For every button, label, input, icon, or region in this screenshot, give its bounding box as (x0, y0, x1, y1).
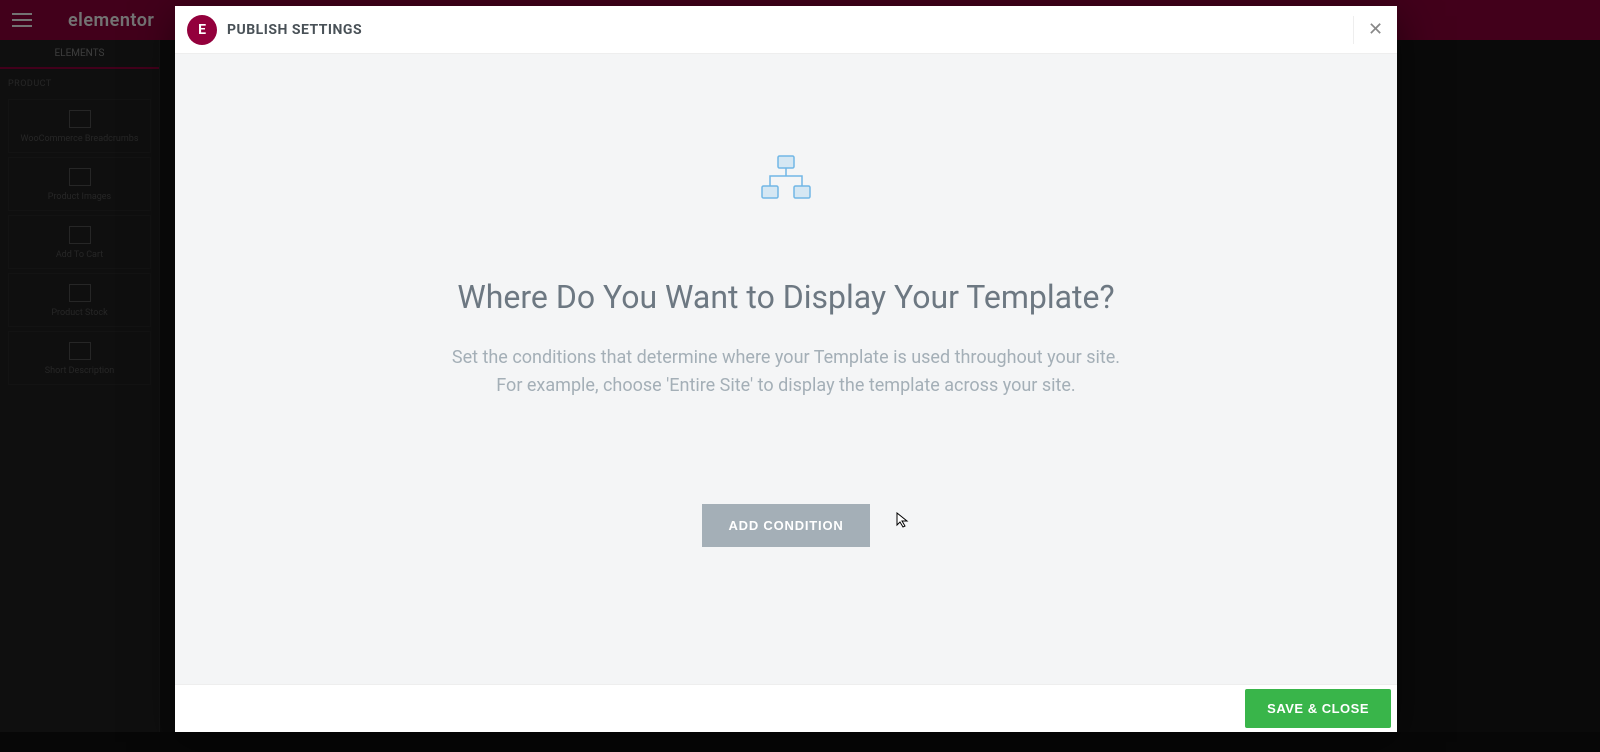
modal-description-line2: For example, choose 'Entire Site' to dis… (496, 375, 1075, 396)
modal-title: PUBLISH SETTINGS (227, 22, 362, 38)
modal-body: Where Do You Want to Display Your Templa… (175, 54, 1397, 684)
sitemap-icon (758, 154, 814, 206)
save-and-close-button[interactable]: SAVE & CLOSE (1245, 689, 1391, 728)
modal-heading: Where Do You Want to Display Your Templa… (457, 278, 1114, 316)
modal-description: Set the conditions that determine where … (452, 344, 1120, 400)
modal-header: E PUBLISH SETTINGS ✕ (175, 6, 1397, 54)
modal-footer: SAVE & CLOSE (175, 684, 1397, 732)
modal-description-line1: Set the conditions that determine where … (452, 347, 1120, 368)
publish-settings-modal: E PUBLISH SETTINGS ✕ Where Do You Want t… (175, 6, 1397, 732)
elementor-logo-icon: E (187, 15, 217, 45)
close-icon[interactable]: ✕ (1353, 16, 1381, 44)
add-condition-button[interactable]: ADD CONDITION (702, 504, 869, 547)
